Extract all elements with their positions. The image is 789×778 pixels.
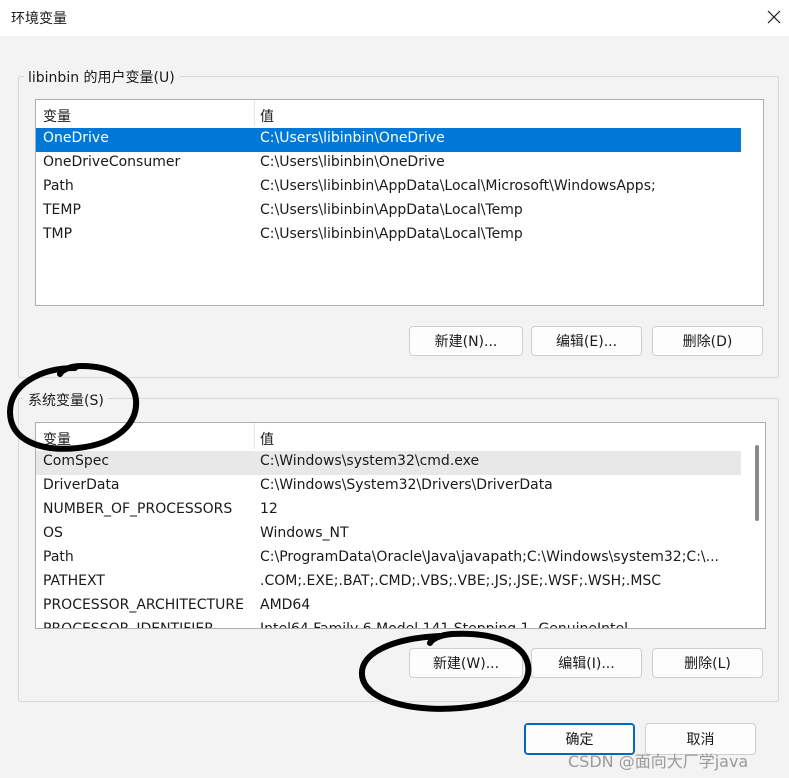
variable-value: C:\Windows\system32\cmd.exe bbox=[260, 453, 480, 469]
variable-value: .COM;.EXE;.BAT;.CMD;.VBS;.VBE;.JS;.JSE;.… bbox=[260, 573, 662, 589]
system-variables-label: 系统变量(S) bbox=[24, 390, 108, 410]
list-item[interactable]: Path C:\ProgramData\Oracle\Java\javapath;… bbox=[36, 547, 741, 571]
user-variables-label: libinbin 的用户变量(U) bbox=[24, 67, 179, 87]
list-item[interactable]: Path C:\Users\libinbin\AppData\Local\Micr… bbox=[36, 176, 741, 200]
list-header: 变量 值 bbox=[36, 100, 763, 126]
variable-value: C:\Users\libinbin\AppData\Local\Microsof… bbox=[260, 178, 656, 194]
list-item[interactable]: OS Windows_NT bbox=[36, 523, 741, 547]
variable-name: PROCESSOR_IDENTIFIER bbox=[43, 621, 214, 629]
list-item[interactable]: OneDrive C:\Users\libinbin\OneDrive bbox=[36, 128, 741, 152]
user-variables-list[interactable]: 变量 值 OneDrive C:\Users\libinbin\OneDrive O… bbox=[35, 99, 764, 306]
list-item[interactable]: PROCESSOR_ARCHITECTURE AMD64 bbox=[36, 595, 741, 619]
user-new-button[interactable]: 新建(N)... bbox=[409, 326, 523, 356]
list-item[interactable]: OneDriveConsumer C:\Users\libinbin\OneDri… bbox=[36, 152, 741, 176]
variable-value: 12 bbox=[260, 501, 278, 517]
variable-name: ComSpec bbox=[43, 453, 110, 469]
system-list-scrollbar[interactable] bbox=[747, 423, 765, 628]
variable-name: OneDriveConsumer bbox=[43, 154, 181, 170]
list-item[interactable]: PATHEXT .COM;.EXE;.BAT;.CMD;.VBS;.VBE;.JS… bbox=[36, 571, 741, 595]
variable-name: PROCESSOR_ARCHITECTURE bbox=[43, 597, 244, 613]
variable-value: C:\Windows\System32\Drivers\DriverData bbox=[260, 477, 553, 493]
list-item[interactable]: TMP C:\Users\libinbin\AppData\Local\Temp bbox=[36, 224, 741, 248]
close-icon bbox=[767, 10, 781, 24]
variable-name: NUMBER_OF_PROCESSORS bbox=[43, 501, 233, 517]
column-header-name[interactable]: 变量 bbox=[43, 106, 71, 126]
variable-value: C:\Users\libinbin\AppData\Local\Temp bbox=[260, 202, 523, 218]
variable-name: OS bbox=[43, 525, 63, 541]
scrollbar-thumb[interactable] bbox=[755, 445, 759, 521]
variable-name: Path bbox=[43, 178, 74, 194]
list-item[interactable]: ComSpec C:\Windows\system32\cmd.exe bbox=[36, 451, 741, 475]
variable-value: AMD64 bbox=[260, 597, 311, 613]
column-separator[interactable] bbox=[254, 423, 255, 449]
variable-value: C:\Users\libinbin\OneDrive bbox=[260, 130, 445, 146]
system-new-button[interactable]: 新建(W)... bbox=[409, 648, 523, 678]
system-delete-button[interactable]: 删除(L) bbox=[652, 648, 763, 678]
variable-name: DriverData bbox=[43, 477, 120, 493]
variable-value: C:\Users\libinbin\AppData\Local\Temp bbox=[260, 226, 523, 242]
list-item[interactable]: PROCESSOR_IDENTIFIER Intel64 Family 6 Mod… bbox=[36, 619, 741, 629]
column-separator[interactable] bbox=[254, 100, 255, 126]
variable-value: Windows_NT bbox=[260, 525, 349, 541]
system-variables-list[interactable]: 变量 值 ComSpec C:\Windows\system32\cmd.exe D… bbox=[35, 422, 766, 629]
variable-name: TEMP bbox=[43, 202, 81, 218]
column-header-value[interactable]: 值 bbox=[260, 106, 274, 126]
variable-name: PATHEXT bbox=[43, 573, 105, 589]
window-title: 环境变量 bbox=[11, 11, 67, 27]
variable-value: C:\Users\libinbin\OneDrive bbox=[260, 154, 445, 170]
variable-name: TMP bbox=[43, 226, 73, 242]
list-header: 变量 值 bbox=[36, 423, 765, 449]
title-bar: 环境变量 bbox=[0, 0, 789, 36]
variable-value: Intel64 Family 6 Model 141 Stepping 1, G… bbox=[260, 621, 629, 629]
variable-value: C:\ProgramData\Oracle\Java\javapath;C:\W… bbox=[260, 549, 719, 565]
list-item[interactable]: TEMP C:\Users\libinbin\AppData\Local\Temp bbox=[36, 200, 741, 224]
user-edit-button[interactable]: 编辑(E)... bbox=[531, 326, 642, 356]
close-button[interactable] bbox=[760, 2, 788, 32]
column-header-name[interactable]: 变量 bbox=[43, 429, 71, 449]
variable-name: OneDrive bbox=[43, 130, 109, 146]
user-delete-button[interactable]: 删除(D) bbox=[652, 326, 763, 356]
list-item[interactable]: NUMBER_OF_PROCESSORS 12 bbox=[36, 499, 741, 523]
column-header-value[interactable]: 值 bbox=[260, 429, 274, 449]
list-item[interactable]: DriverData C:\Windows\System32\Drivers\Dr… bbox=[36, 475, 741, 499]
variable-name: Path bbox=[43, 549, 74, 565]
watermark: CSDN @面向大厂学java bbox=[568, 752, 749, 771]
system-edit-button[interactable]: 编辑(I)... bbox=[531, 648, 642, 678]
